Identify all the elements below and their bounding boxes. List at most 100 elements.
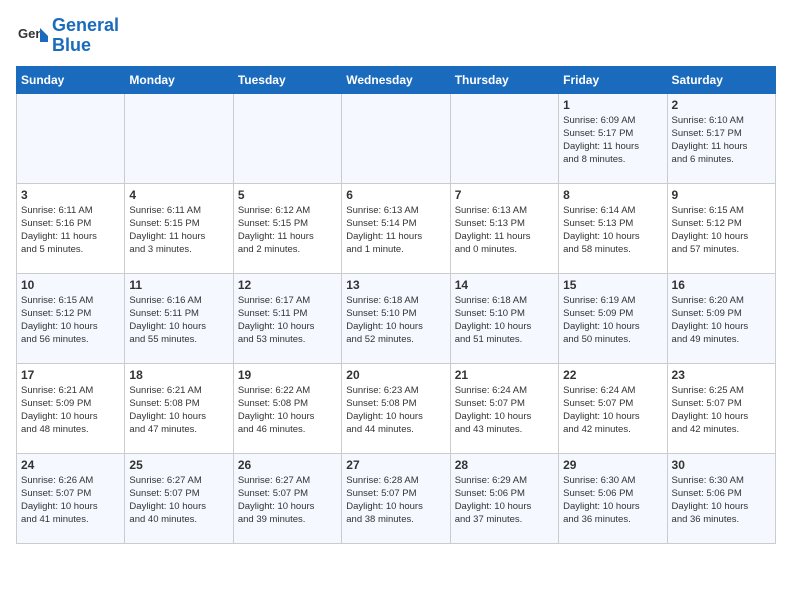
day-info: Sunrise: 6:13 AM Sunset: 5:14 PM Dayligh…: [346, 204, 445, 257]
day-number: 6: [346, 188, 445, 202]
calendar-cell: [450, 93, 558, 183]
calendar-cell: 20Sunrise: 6:23 AM Sunset: 5:08 PM Dayli…: [342, 363, 450, 453]
day-number: 16: [672, 278, 771, 292]
calendar-cell: [233, 93, 341, 183]
day-number: 2: [672, 98, 771, 112]
day-number: 13: [346, 278, 445, 292]
weekday-header: Friday: [559, 66, 667, 93]
day-info: Sunrise: 6:13 AM Sunset: 5:13 PM Dayligh…: [455, 204, 554, 257]
day-number: 23: [672, 368, 771, 382]
day-info: Sunrise: 6:09 AM Sunset: 5:17 PM Dayligh…: [563, 114, 662, 167]
calendar-cell: 14 Sunrise: 6:18 AM Sunset: 5:10 PM Dayli…: [450, 273, 558, 363]
weekday-header: Tuesday: [233, 66, 341, 93]
calendar-cell: 28 Sunrise: 6:29 AM Sunset: 5:06 PM Dayli…: [450, 453, 558, 543]
day-number: 14: [455, 278, 554, 292]
day-info: Sunrise: 6:28 AM Sunset: 5:07 PM Dayligh…: [346, 474, 445, 527]
day-number: 11: [129, 278, 228, 292]
day-number: 28: [455, 458, 554, 472]
day-number: 5: [238, 188, 337, 202]
calendar-cell: 21 Sunrise: 6:24 AM Sunset: 5:07 PM Dayli…: [450, 363, 558, 453]
day-info: Sunrise: 6:10 AM Sunset: 5:17 PM Dayligh…: [672, 114, 771, 167]
day-info: Sunrise: 6:21 AM Sunset: 5:09 PM Dayligh…: [21, 384, 120, 437]
day-number: 7: [455, 188, 554, 202]
weekday-header: Thursday: [450, 66, 558, 93]
day-number: 17: [21, 368, 120, 382]
day-info: Sunrise: 6:16 AM Sunset: 5:11 PM Dayligh…: [129, 294, 228, 347]
day-info: Sunrise: 6:23 AM Sunset: 5:08 PM Dayligh…: [346, 384, 445, 437]
calendar-cell: 13 Sunrise: 6:18 AM Sunset: 5:10 PM Dayli…: [342, 273, 450, 363]
weekday-header: Wednesday: [342, 66, 450, 93]
calendar-cell: 12Sunrise: 6:17 AM Sunset: 5:11 PM Dayli…: [233, 273, 341, 363]
calendar-cell: 7 Sunrise: 6:13 AM Sunset: 5:13 PM Daylig…: [450, 183, 558, 273]
calendar-week-row: 3 Sunrise: 6:11 AM Sunset: 5:16 PM Daylig…: [17, 183, 776, 273]
day-number: 8: [563, 188, 662, 202]
weekday-header: Monday: [125, 66, 233, 93]
calendar-week-row: 1 Sunrise: 6:09 AM Sunset: 5:17 PM Daylig…: [17, 93, 776, 183]
logo: Gen General Blue: [16, 16, 119, 56]
day-number: 15: [563, 278, 662, 292]
calendar-cell: [342, 93, 450, 183]
calendar-week-row: 17 Sunrise: 6:21 AM Sunset: 5:09 PM Dayli…: [17, 363, 776, 453]
header: Gen General Blue: [16, 16, 776, 56]
calendar-cell: 2 Sunrise: 6:10 AM Sunset: 5:17 PM Daylig…: [667, 93, 775, 183]
calendar-cell: 29Sunrise: 6:30 AM Sunset: 5:06 PM Dayli…: [559, 453, 667, 543]
day-info: Sunrise: 6:27 AM Sunset: 5:07 PM Dayligh…: [238, 474, 337, 527]
calendar-table: SundayMondayTuesdayWednesdayThursdayFrid…: [16, 66, 776, 544]
weekday-header: Saturday: [667, 66, 775, 93]
day-info: Sunrise: 6:24 AM Sunset: 5:07 PM Dayligh…: [455, 384, 554, 437]
calendar-cell: 3 Sunrise: 6:11 AM Sunset: 5:16 PM Daylig…: [17, 183, 125, 273]
day-info: Sunrise: 6:12 AM Sunset: 5:15 PM Dayligh…: [238, 204, 337, 257]
day-number: 30: [672, 458, 771, 472]
calendar-cell: 27 Sunrise: 6:28 AM Sunset: 5:07 PM Dayli…: [342, 453, 450, 543]
logo-text: General Blue: [52, 16, 119, 56]
day-number: 12: [238, 278, 337, 292]
calendar-cell: 16 Sunrise: 6:20 AM Sunset: 5:09 PM Dayli…: [667, 273, 775, 363]
day-info: Sunrise: 6:18 AM Sunset: 5:10 PM Dayligh…: [346, 294, 445, 347]
calendar-cell: 25Sunrise: 6:27 AM Sunset: 5:07 PM Dayli…: [125, 453, 233, 543]
calendar-cell: 11 Sunrise: 6:16 AM Sunset: 5:11 PM Dayli…: [125, 273, 233, 363]
calendar-cell: 18 Sunrise: 6:21 AM Sunset: 5:08 PM Dayli…: [125, 363, 233, 453]
day-number: 9: [672, 188, 771, 202]
day-info: Sunrise: 6:21 AM Sunset: 5:08 PM Dayligh…: [129, 384, 228, 437]
day-number: 3: [21, 188, 120, 202]
day-info: Sunrise: 6:11 AM Sunset: 5:16 PM Dayligh…: [21, 204, 120, 257]
day-number: 24: [21, 458, 120, 472]
calendar-cell: 4Sunrise: 6:11 AM Sunset: 5:15 PM Daylig…: [125, 183, 233, 273]
calendar-cell: 8 Sunrise: 6:14 AM Sunset: 5:13 PM Daylig…: [559, 183, 667, 273]
calendar-cell: 9 Sunrise: 6:15 AM Sunset: 5:12 PM Daylig…: [667, 183, 775, 273]
calendar-cell: 1 Sunrise: 6:09 AM Sunset: 5:17 PM Daylig…: [559, 93, 667, 183]
day-number: 19: [238, 368, 337, 382]
day-info: Sunrise: 6:14 AM Sunset: 5:13 PM Dayligh…: [563, 204, 662, 257]
day-number: 18: [129, 368, 228, 382]
calendar-cell: 22 Sunrise: 6:24 AM Sunset: 5:07 PM Dayli…: [559, 363, 667, 453]
day-info: Sunrise: 6:15 AM Sunset: 5:12 PM Dayligh…: [21, 294, 120, 347]
day-info: Sunrise: 6:27 AM Sunset: 5:07 PM Dayligh…: [129, 474, 228, 527]
svg-text:Gen: Gen: [18, 26, 43, 41]
day-info: Sunrise: 6:30 AM Sunset: 5:06 PM Dayligh…: [563, 474, 662, 527]
day-number: 26: [238, 458, 337, 472]
weekday-header-row: SundayMondayTuesdayWednesdayThursdayFrid…: [17, 66, 776, 93]
day-info: Sunrise: 6:26 AM Sunset: 5:07 PM Dayligh…: [21, 474, 120, 527]
day-number: 4: [129, 188, 228, 202]
day-info: Sunrise: 6:18 AM Sunset: 5:10 PM Dayligh…: [455, 294, 554, 347]
day-number: 1: [563, 98, 662, 112]
calendar-cell: 6 Sunrise: 6:13 AM Sunset: 5:14 PM Daylig…: [342, 183, 450, 273]
day-info: Sunrise: 6:30 AM Sunset: 5:06 PM Dayligh…: [672, 474, 771, 527]
calendar-week-row: 10 Sunrise: 6:15 AM Sunset: 5:12 PM Dayli…: [17, 273, 776, 363]
day-info: Sunrise: 6:25 AM Sunset: 5:07 PM Dayligh…: [672, 384, 771, 437]
day-info: Sunrise: 6:19 AM Sunset: 5:09 PM Dayligh…: [563, 294, 662, 347]
day-number: 10: [21, 278, 120, 292]
weekday-header: Sunday: [17, 66, 125, 93]
day-info: Sunrise: 6:29 AM Sunset: 5:06 PM Dayligh…: [455, 474, 554, 527]
calendar-cell: [17, 93, 125, 183]
day-number: 27: [346, 458, 445, 472]
calendar-cell: 19Sunrise: 6:22 AM Sunset: 5:08 PM Dayli…: [233, 363, 341, 453]
day-info: Sunrise: 6:20 AM Sunset: 5:09 PM Dayligh…: [672, 294, 771, 347]
day-number: 22: [563, 368, 662, 382]
day-number: 21: [455, 368, 554, 382]
calendar-cell: 24 Sunrise: 6:26 AM Sunset: 5:07 PM Dayli…: [17, 453, 125, 543]
day-info: Sunrise: 6:15 AM Sunset: 5:12 PM Dayligh…: [672, 204, 771, 257]
calendar-cell: 26 Sunrise: 6:27 AM Sunset: 5:07 PM Dayli…: [233, 453, 341, 543]
day-info: Sunrise: 6:24 AM Sunset: 5:07 PM Dayligh…: [563, 384, 662, 437]
calendar-cell: [125, 93, 233, 183]
